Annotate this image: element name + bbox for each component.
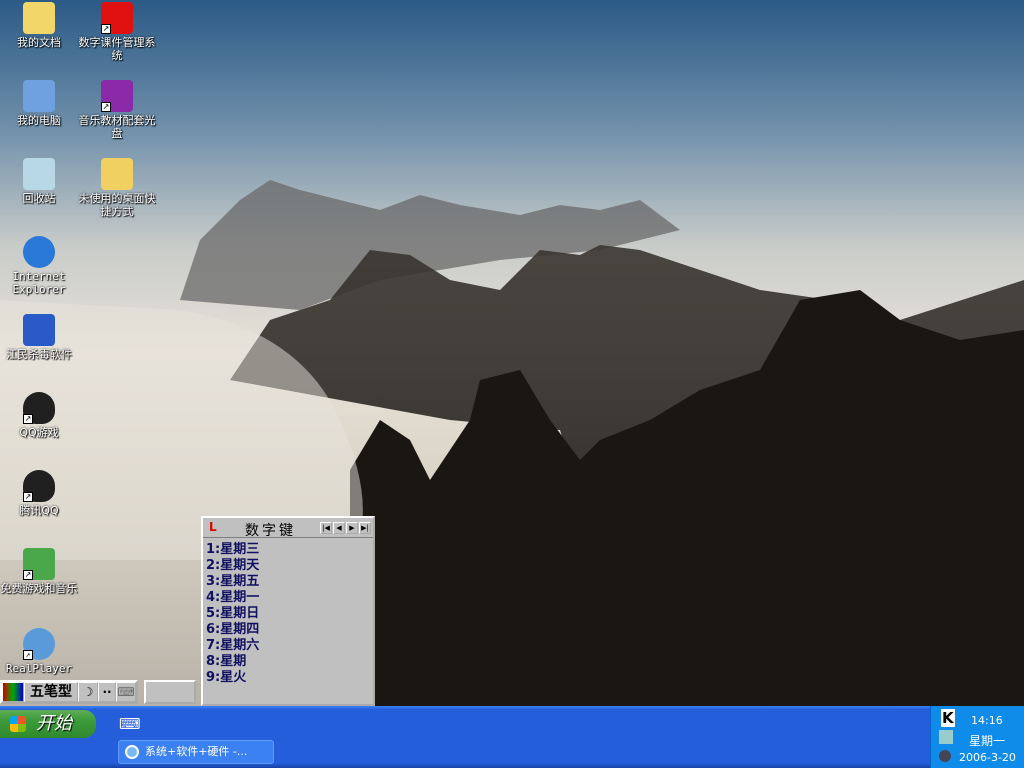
qq-game-icon: ↗ xyxy=(23,392,55,424)
candidate-title: 数字键 xyxy=(245,523,296,539)
candidate-item[interactable]: 9:星火 xyxy=(203,670,373,686)
keyboard-icon[interactable]: ⌨ xyxy=(119,715,141,733)
desktop-icon-realplayer[interactable]: ↗ RealPlayer xyxy=(0,628,78,675)
taskbar-button-ie-window[interactable]: 系统+软件+硬件 -... xyxy=(118,740,274,764)
ime-input-box[interactable] xyxy=(144,680,196,704)
ime-mode-button[interactable]: 五笔型 xyxy=(24,682,78,702)
k-tray-icon[interactable]: K xyxy=(941,709,955,727)
windows-logo-icon xyxy=(10,716,26,732)
desktop-icon-unused-shortcuts[interactable]: 未使用的桌面快捷方式 xyxy=(78,158,156,218)
recycle-bin-icon xyxy=(23,158,55,190)
ime-status-bar: 五笔型 ☽ ·· ⌨ xyxy=(0,680,138,704)
realplayer-icon: ↗ xyxy=(23,628,55,660)
folder-icon xyxy=(101,158,133,190)
desktop-icon-my-computer[interactable]: 我的电脑 xyxy=(0,80,78,127)
next-page-icon[interactable]: ▶ xyxy=(346,522,358,534)
my-documents-icon xyxy=(23,2,55,34)
ie-icon xyxy=(125,745,139,759)
taskbar: 开始 ⌨ 系统+软件+硬件 -... K 14:16 星期一 2006-3-20 xyxy=(0,706,1024,768)
courseware-app-icon: ↗ xyxy=(101,2,133,34)
candidate-title-bar[interactable]: L 数字键 |◀ ◀ ▶ ▶| xyxy=(203,518,373,539)
clock-time[interactable]: 14:16 xyxy=(971,714,1003,727)
prev-page-icon[interactable]: ◀ xyxy=(333,522,345,534)
ime-logo-icon: L xyxy=(209,520,217,534)
speaker-icon[interactable] xyxy=(939,750,951,762)
ie-icon xyxy=(23,236,55,268)
music-cd-icon: ↗ xyxy=(101,80,133,112)
last-page-icon[interactable]: ▶| xyxy=(359,522,371,534)
start-button[interactable]: 开始 xyxy=(0,710,96,738)
desktop-icon-recycle-bin[interactable]: 回收站 xyxy=(0,158,78,205)
candidate-item[interactable]: 7:星期六 xyxy=(203,638,373,654)
desktop-icon-antivirus[interactable]: 江民杀毒软件 xyxy=(0,314,78,361)
candidate-item[interactable]: 3:星期五 xyxy=(203,574,373,590)
clock-weekday: 星期一 xyxy=(969,734,1006,748)
my-computer-icon xyxy=(23,80,55,112)
clock-date: 2006-3-20 xyxy=(959,751,1016,764)
candidate-item[interactable]: 6:星期四 xyxy=(203,622,373,638)
network-icon[interactable] xyxy=(939,730,953,744)
desktop-icon-my-documents[interactable]: 我的文档 xyxy=(0,2,78,49)
ime-candidate-window: L 数字键 |◀ ◀ ▶ ▶| 1:星期三 2:星期天 3:星期五 4:星期一 5:星… xyxy=(201,516,375,706)
antivirus-icon xyxy=(23,314,55,346)
desktop-icon-qq[interactable]: ↗ 腾讯QQ xyxy=(0,470,78,517)
desktop-icon-music-cd[interactable]: ↗ 音乐教材配套光盘 xyxy=(78,80,156,140)
desktop-icon-courseware[interactable]: ↗ 数字课件管理系统 xyxy=(78,2,156,62)
candidate-item[interactable]: 2:星期天 xyxy=(203,558,373,574)
system-tray: K 14:16 星期一 2006-3-20 xyxy=(930,706,1024,768)
punctuation-button[interactable]: ·· xyxy=(98,682,116,702)
ime-switch-icon[interactable] xyxy=(2,682,24,702)
half-full-width-button[interactable]: ☽ xyxy=(78,682,98,702)
candidate-item[interactable]: 4:星期一 xyxy=(203,590,373,606)
qq-icon: ↗ xyxy=(23,470,55,502)
candidate-item[interactable]: 8:星期 xyxy=(203,654,373,670)
desktop-icon-ie[interactable]: Internet Explorer xyxy=(0,236,78,296)
soft-keyboard-icon[interactable]: ⌨ xyxy=(116,682,136,702)
gift-icon: ↗ xyxy=(23,548,55,580)
first-page-icon[interactable]: |◀ xyxy=(320,522,332,534)
desktop-icon-qq-game[interactable]: ↗ QQ游戏 xyxy=(0,392,78,439)
desktop: 我的文档 ↗ 数字课件管理系统 我的电脑 ↗ 音乐教材配套光盘 回收站 未使用的桌面… xyxy=(0,0,1024,706)
candidate-item[interactable]: 5:星期日 xyxy=(203,606,373,622)
desktop-icon-free-games[interactable]: ↗ 免费游戏和音乐 xyxy=(0,548,78,595)
candidate-item[interactable]: 1:星期三 xyxy=(203,542,373,558)
